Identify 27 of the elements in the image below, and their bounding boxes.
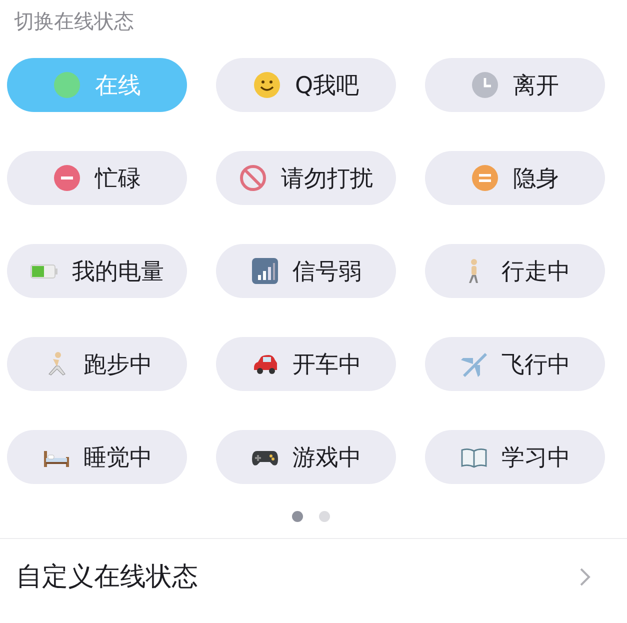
forbidden-icon	[239, 164, 267, 192]
custom-status-link[interactable]: 自定义在线状态	[16, 559, 198, 594]
status-button[interactable]: 离开	[425, 58, 605, 112]
smiley-icon	[252, 71, 281, 99]
status-button[interactable]: 忙碌	[7, 151, 187, 205]
airplane-icon	[460, 350, 488, 378]
status-button[interactable]: 行走中	[425, 244, 605, 298]
minus-icon	[53, 164, 81, 192]
status-button[interactable]: 跑步中	[7, 337, 187, 391]
status-button[interactable]: 开车中	[216, 337, 396, 391]
status-button[interactable]: 我的电量	[7, 244, 187, 298]
page-dot[interactable]	[318, 511, 330, 522]
status-button[interactable]: 学习中	[425, 430, 605, 484]
page-dot[interactable]	[292, 511, 302, 522]
status-button[interactable]: Q我吧	[216, 58, 396, 112]
status-button[interactable]: 飞行中	[425, 337, 605, 391]
status-button[interactable]: 睡觉中	[7, 430, 187, 484]
chevron-right-icon	[579, 566, 591, 586]
signal-bars-icon	[250, 257, 278, 285]
status-button[interactable]: 游戏中	[216, 430, 396, 484]
status-button[interactable]: 请勿打扰	[216, 151, 396, 205]
status-button[interactable]: 信号弱	[216, 244, 396, 298]
equals-icon	[471, 164, 499, 192]
status-button[interactable]: 隐身	[425, 151, 605, 205]
clock-icon	[471, 71, 499, 99]
online-dot-icon	[53, 71, 81, 99]
section-title: 切换在线状态	[13, 8, 135, 35]
